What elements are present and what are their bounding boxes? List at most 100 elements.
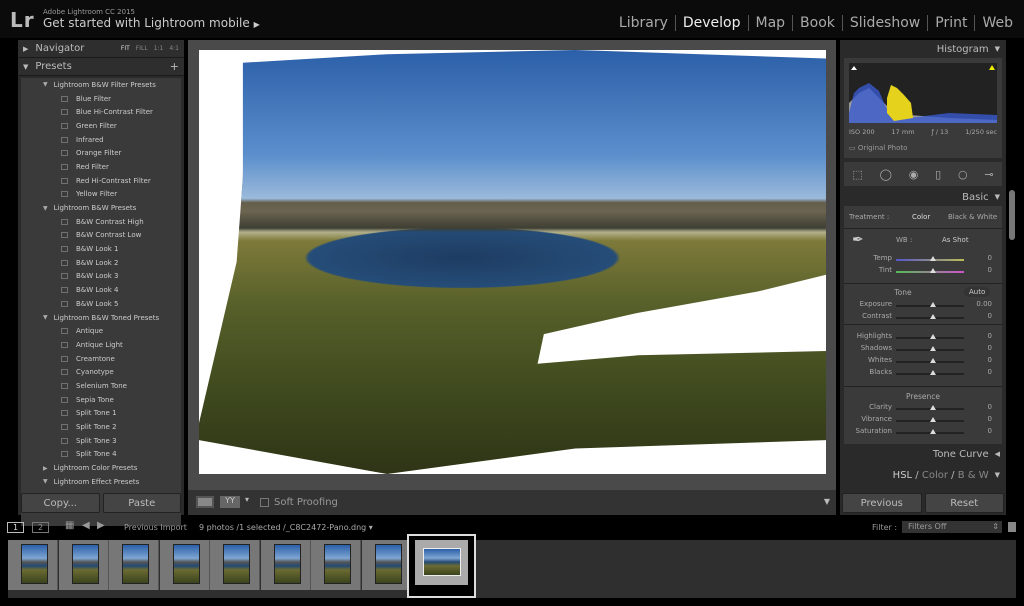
filmstrip-thumbnail[interactable] — [58, 540, 109, 590]
hsl-header[interactable]: HSL / Color / B & W ▼ — [840, 466, 1006, 484]
paste-button[interactable]: Paste — [102, 493, 181, 513]
toolbar-menu-icon[interactable]: ▼ — [824, 497, 830, 506]
module-book[interactable]: Book — [792, 15, 842, 31]
module-web[interactable]: Web — [974, 15, 1020, 31]
tab-hsl[interactable]: HSL — [893, 470, 912, 481]
wb-select[interactable]: As Shot — [942, 236, 969, 244]
zoom-fit[interactable]: FIT — [121, 45, 130, 52]
reset-button[interactable]: Reset — [924, 493, 1004, 513]
zoom-fill[interactable]: FILL — [136, 45, 148, 52]
slider-value[interactable]: 0 — [988, 356, 992, 364]
filmstrip-thumbnail[interactable] — [311, 540, 361, 590]
module-develop[interactable]: Develop — [674, 15, 748, 31]
module-map[interactable]: Map — [747, 15, 793, 31]
graduated-filter-icon[interactable]: ▯ — [935, 168, 941, 181]
tone-curve-header[interactable]: Tone Curve ◀ — [840, 445, 1006, 463]
preset-folder[interactable]: ▼ Lightroom B&W Toned Presets — [21, 311, 181, 325]
treatment-color[interactable]: Color — [912, 213, 930, 221]
source-label[interactable]: Previous Import — [124, 523, 187, 532]
slider-thumb[interactable] — [930, 268, 936, 273]
page-2-button[interactable]: 2 — [32, 522, 50, 533]
slider-highlights[interactable]: Highlights 0 — [844, 332, 1002, 344]
slider-saturation[interactable]: Saturation 0 — [844, 427, 1002, 439]
forward-arrow-icon[interactable]: ▶ — [97, 520, 105, 531]
slider-shadows[interactable]: Shadows 0 — [844, 344, 1002, 356]
tab-bw[interactable]: B & W — [958, 470, 989, 481]
slider-value[interactable]: 0 — [988, 415, 992, 423]
filmstrip-thumbnail[interactable] — [260, 540, 311, 590]
original-photo-toggle[interactable]: ▭ Original Photo — [849, 144, 907, 152]
add-preset-icon[interactable]: + — [170, 60, 179, 73]
preset-item[interactable]: B&W Look 4 — [21, 283, 181, 297]
photo-canvas[interactable] — [199, 50, 826, 474]
filmstrip-thumbnail[interactable] — [361, 540, 412, 590]
preset-item[interactable]: Infrared — [21, 133, 181, 147]
navigator-header[interactable]: ▶ Navigator FIT FILL 1:1 4:1 — [18, 40, 184, 58]
preset-folder[interactable]: ▼ Lightroom B&W Filter Presets — [21, 78, 181, 92]
preset-item[interactable]: B&W Contrast Low — [21, 229, 181, 243]
slider-vibrance[interactable]: Vibrance 0 — [844, 415, 1002, 427]
filter-select[interactable]: Filters Off ⇕ — [902, 521, 1002, 533]
preset-item[interactable]: B&W Look 3 — [21, 270, 181, 284]
slider-value[interactable]: 0 — [988, 368, 992, 376]
right-panel-scrollbar[interactable] — [1009, 190, 1015, 240]
filmstrip-thumbnail[interactable] — [8, 540, 58, 590]
slider-thumb[interactable] — [930, 334, 936, 339]
before-after-button[interactable]: YY — [220, 496, 240, 508]
slider-blacks[interactable]: Blacks 0 — [844, 368, 1002, 380]
presets-header[interactable]: ▼ Presets + — [18, 58, 184, 76]
preset-item[interactable]: Antique — [21, 324, 181, 338]
loupe-view-button[interactable] — [196, 496, 214, 508]
red-eye-icon[interactable]: ◉ — [909, 168, 919, 181]
zoom-4-1[interactable]: 4:1 — [169, 45, 179, 52]
treatment-bw[interactable]: Black & White — [948, 213, 997, 221]
spot-removal-icon[interactable]: ◯ — [880, 168, 892, 181]
basic-header[interactable]: Basic ▼ — [840, 188, 1006, 206]
filmstrip-info[interactable]: 9 photos /1 selected /_C8C2472-Pano.dng … — [199, 523, 373, 532]
slider-whites[interactable]: Whites 0 — [844, 356, 1002, 368]
slider-value[interactable]: 0 — [988, 312, 992, 320]
filmstrip-thumbnail[interactable] — [159, 540, 210, 590]
slider-value[interactable]: 0 — [988, 403, 992, 411]
auto-tone-button[interactable]: Auto — [964, 287, 991, 297]
preset-item[interactable]: B&W Look 2 — [21, 256, 181, 270]
previous-button[interactable]: Previous — [842, 493, 922, 513]
preset-item[interactable]: Split Tone 2 — [21, 420, 181, 434]
slider-thumb[interactable] — [930, 302, 936, 307]
preset-item[interactable]: Sepia Tone — [21, 393, 181, 407]
slider-thumb[interactable] — [930, 358, 936, 363]
mobile-link[interactable]: Get started with Lightroom mobile ▶ — [43, 16, 260, 30]
preset-item[interactable]: Green Filter — [21, 119, 181, 133]
slider-value[interactable]: 0.00 — [976, 300, 992, 308]
slider-thumb[interactable] — [930, 429, 936, 434]
slider-temp[interactable]: Temp 0 — [844, 254, 1002, 266]
filmstrip-thumbnail[interactable] — [210, 540, 260, 590]
slider-value[interactable]: 0 — [988, 427, 992, 435]
preset-item[interactable]: Blue Hi-Contrast Filter — [21, 105, 181, 119]
back-arrow-icon[interactable]: ◀ — [82, 520, 90, 531]
preset-item[interactable]: Red Hi-Contrast Filter — [21, 174, 181, 188]
radial-filter-icon[interactable]: ○ — [958, 168, 968, 181]
slider-contrast[interactable]: Contrast 0 — [844, 312, 1002, 324]
slider-thumb[interactable] — [930, 417, 936, 422]
slider-thumb[interactable] — [930, 370, 936, 375]
preset-item[interactable]: Antique Light — [21, 338, 181, 352]
module-slideshow[interactable]: Slideshow — [841, 15, 927, 31]
tab-color[interactable]: Color — [922, 470, 948, 481]
preset-item[interactable]: B&W Look 5 — [21, 297, 181, 311]
filmstrip-thumbnail[interactable] — [109, 540, 159, 590]
module-print[interactable]: Print — [927, 15, 974, 31]
preset-item[interactable]: B&W Look 1 — [21, 242, 181, 256]
filmstrip-thumbnail-selected[interactable] — [407, 534, 476, 598]
preset-item[interactable]: Creamtone — [21, 352, 181, 366]
slider-value[interactable]: 0 — [988, 344, 992, 352]
preset-item[interactable]: Orange Filter — [21, 146, 181, 160]
chevron-down-icon[interactable]: ▾ — [245, 495, 249, 504]
preset-item[interactable]: Split Tone 3 — [21, 434, 181, 448]
histogram-header[interactable]: Histogram ▼ — [840, 40, 1006, 58]
preset-item[interactable]: Cyanotype — [21, 365, 181, 379]
slider-value[interactable]: 0 — [988, 332, 992, 340]
preset-folder[interactable]: ▶ Lightroom Color Presets — [21, 461, 181, 475]
slider-value[interactable]: 0 — [988, 266, 992, 274]
preset-folder[interactable]: ▼ Lightroom Effect Presets — [21, 475, 181, 489]
